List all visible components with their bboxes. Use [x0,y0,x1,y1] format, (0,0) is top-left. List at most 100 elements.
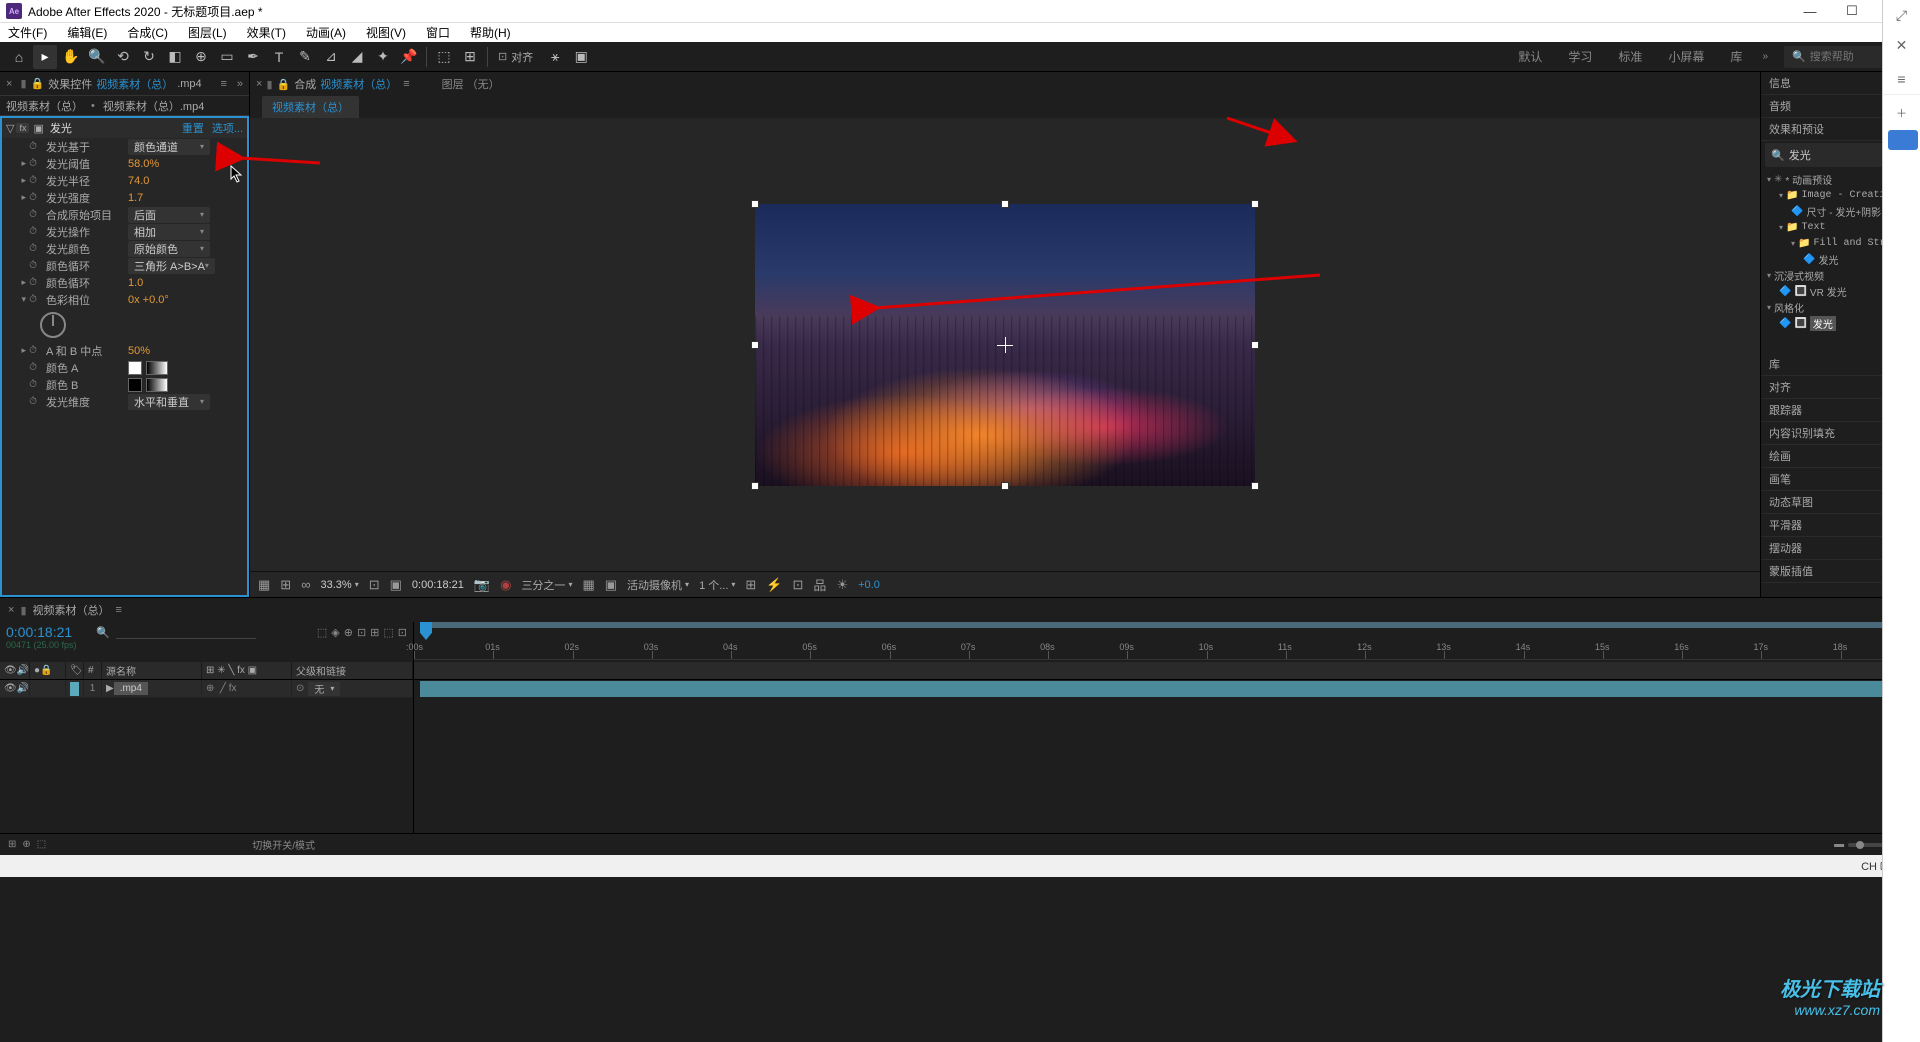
workspace-library[interactable]: 库 [1718,44,1754,69]
grid-icon[interactable]: ⊞ [280,577,291,593]
transform-handle[interactable] [1251,200,1259,208]
browser-close-icon[interactable]: ✕ [1883,30,1920,60]
brush-tool[interactable]: ✎ [293,45,317,69]
clone-tool[interactable]: ⊿ [319,45,343,69]
panel-menu-icon[interactable]: ≡ [220,78,226,90]
zoom-out-icon[interactable]: ▬ [1834,839,1844,850]
glow-dimension-dropdown[interactable]: 水平和垂直▾ [128,394,210,410]
comp-menu-icon[interactable]: ≡ [403,78,409,90]
puppet-tool[interactable]: 📌 [397,45,421,69]
selection-tool[interactable]: ▸ [33,45,57,69]
shape-tool[interactable]: ▭ [215,45,239,69]
menu-layer[interactable]: 图层(L) [184,22,231,43]
color-a-swatch[interactable] [128,361,142,375]
transform-handle[interactable] [1251,482,1259,490]
playhead[interactable] [420,622,432,640]
menu-view[interactable]: 视图(V) [362,22,410,43]
tl-icon[interactable]: ⬚ [383,626,393,639]
time-ruler[interactable]: :00s01s02s03s04s05s06s07s08s09s10s11s12s… [414,622,1920,662]
search-tool[interactable]: ⚹ [543,45,567,69]
workspace-default[interactable]: 默认 [1506,44,1554,69]
menu-window[interactable]: 窗口 [422,22,454,43]
stopwatch-icon[interactable]: ⏱ [26,378,40,392]
timeline-tab-name[interactable]: 视频素材（总） [33,602,110,618]
panel-close[interactable]: × [6,78,12,90]
snapshot-icon[interactable]: 📷 [474,577,490,593]
transform-handle[interactable] [1001,200,1009,208]
effect-options[interactable]: 选项... [212,120,243,136]
comp-name-link[interactable]: 视频素材（总） [320,76,397,92]
stopwatch-icon[interactable]: ⏱ [26,259,40,273]
flowchart-icon[interactable]: 品 [813,575,826,594]
compose-original-dropdown[interactable]: 后面▾ [128,207,210,223]
resolution-icon[interactable]: ⊡ [369,577,380,593]
camera-tool[interactable]: ◧ [163,45,187,69]
mask-tool[interactable]: ▣ [569,45,593,69]
timeline-tab-close[interactable]: × [8,604,14,616]
browser-button[interactable] [1888,130,1918,150]
breadcrumb-layer[interactable]: 视频素材（总）.mp4 [103,98,204,114]
stopwatch-icon[interactable]: ⏱ [26,276,40,290]
hand-tool[interactable]: ✋ [59,45,83,69]
toggle-switches-modes[interactable]: 切换开关/模式 [252,837,315,852]
color-phase-value[interactable]: 0x +0.0° [128,294,169,306]
browser-restore-icon[interactable]: ⤢ [1883,0,1920,30]
glow-radius-value[interactable]: 74.0 [128,175,149,187]
phase-dial[interactable] [40,312,66,338]
stopwatch-icon[interactable]: ⏱ [26,395,40,409]
tl-icon[interactable]: ◈ [331,626,339,639]
pen-tool[interactable]: ✒ [241,45,265,69]
tl-footer-icon[interactable]: ⬚ [37,839,46,850]
transform-handle[interactable] [751,200,759,208]
anchor-tool[interactable]: ⊕ [189,45,213,69]
new-tab-button[interactable]: ＋ [1883,94,1920,130]
stopwatch-icon[interactable]: ⏱ [26,157,40,171]
color-loop-type-dropdown[interactable]: 三角形 A>B>A▾ [128,258,215,274]
orbit-tool[interactable]: ⟲ [111,45,135,69]
timeline-search-input[interactable] [116,626,256,639]
glow-based-on-dropdown[interactable]: 颜色通道▾ [128,139,210,155]
audio-toggle[interactable]: 🔊 [17,683,29,694]
tl-footer-icon[interactable]: ⊕ [22,839,30,850]
workspace-learn[interactable]: 学习 [1556,44,1604,69]
audio-icon[interactable]: 🔊 [17,665,29,676]
roto-tool[interactable]: ✦ [371,45,395,69]
composition-viewer[interactable] [250,118,1760,571]
fast-preview-icon[interactable]: ⚡ [766,577,782,593]
color-b-picker[interactable] [146,378,168,392]
layer-color[interactable] [70,682,79,696]
stopwatch-icon[interactable]: ⏱ [26,293,40,307]
zoom-dropdown[interactable]: 33.3%▾ [320,579,358,591]
color-loop-value[interactable]: 1.0 [128,277,143,289]
local-axis-tool[interactable]: ⬚ [432,45,456,69]
canvas[interactable] [755,204,1255,486]
roi-icon[interactable]: ▣ [390,577,402,593]
effect-visibility-icon[interactable]: ▣ [33,122,43,135]
stopwatch-icon[interactable]: ⏱ [26,225,40,239]
transform-handle[interactable] [751,341,759,349]
layer-name[interactable]: .mp4 [114,682,148,695]
tl-icon[interactable]: ⊞ [370,626,379,639]
channel-icon[interactable]: ◉ [500,577,511,593]
minimize-button[interactable]: — [1798,2,1822,20]
av-icon[interactable]: 👁 [4,665,17,676]
layer-row[interactable]: 👁🔊 1 ▶.mp4 ⊕ ╱ fx ⊙无▾ [0,680,413,698]
stopwatch-icon[interactable]: ⏱ [26,361,40,375]
transform-handle[interactable] [751,482,759,490]
pixel-aspect-icon[interactable]: ⊞ [745,577,756,593]
glow-intensity-value[interactable]: 1.7 [128,192,143,204]
resolution-dropdown[interactable]: 三分之一▾ [521,577,572,593]
view-dropdown[interactable]: 1 个...▾ [699,577,735,593]
stopwatch-icon[interactable]: ⏱ [26,344,40,358]
glow-operation-dropdown[interactable]: 相加▾ [128,224,210,240]
label-icon[interactable]: 🏷 [70,665,83,676]
glow-color-dropdown[interactable]: 原始颜色▾ [128,241,210,257]
color-a-picker[interactable] [146,361,168,375]
viewer-timecode[interactable]: 0:00:18:21 [412,579,464,591]
comp-lock-icon[interactable]: 🔒 [277,78,291,91]
menu-help[interactable]: 帮助(H) [466,22,515,43]
ab-mid-value[interactable]: 50% [128,345,150,357]
switches-icon[interactable]: ⊞ ✳ ╲ fx ▣ [206,665,257,676]
layer-switches[interactable]: ⊕ ╱ fx [206,683,237,694]
stopwatch-icon[interactable]: ⏱ [26,191,40,205]
